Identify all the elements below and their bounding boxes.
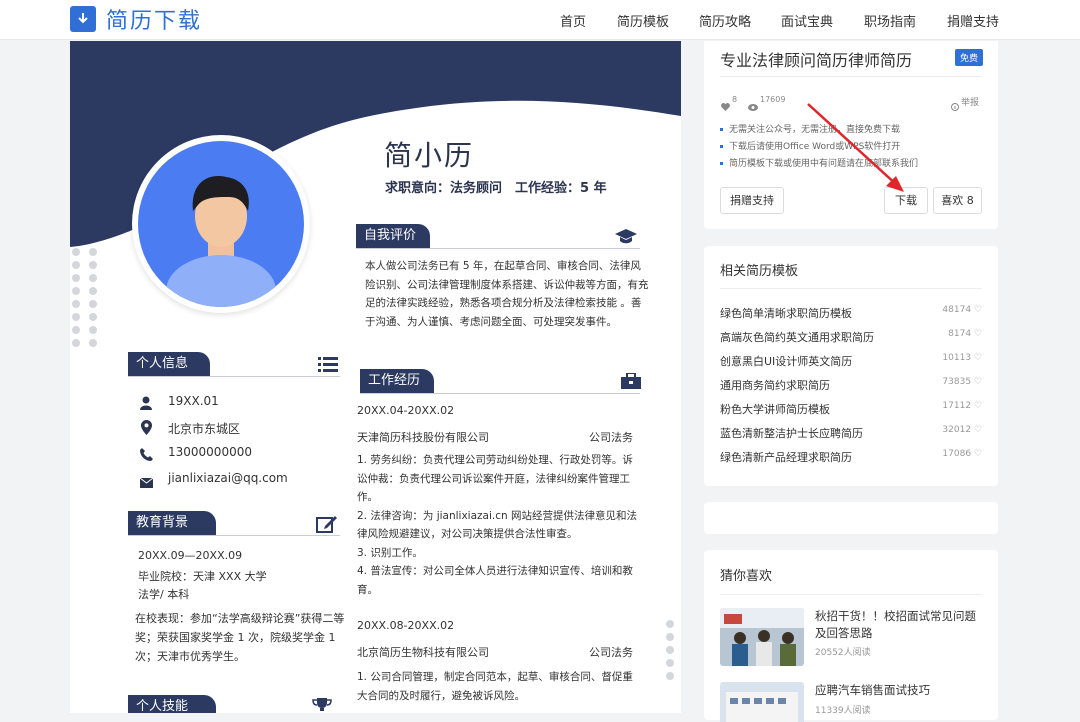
job-company: 天津简历科技股份有限公司 <box>357 431 489 444</box>
education-school: 毕业院校：天津 XXX 大学 <box>138 570 267 583</box>
article-title[interactable]: 秋招干货！！校招面试常见问题及回答思路 <box>815 608 985 642</box>
info-icon <box>951 96 959 115</box>
like-button[interactable]: 喜欢 8 <box>933 187 982 214</box>
graduation-cap-icon <box>614 227 638 249</box>
like-count: 8 <box>732 95 738 104</box>
recommend-title: 猜你喜欢 <box>720 569 773 584</box>
article-title[interactable]: 应聘汽车销售面试技巧 <box>815 682 985 698</box>
donate-button[interactable]: 捐赠支持 <box>720 187 784 214</box>
avatar <box>138 141 304 307</box>
related-item[interactable]: 通用商务简约求职简历 73835 ♡ <box>720 377 982 393</box>
nav-templates[interactable]: 简历模板 <box>617 11 669 30</box>
decor-dots-right <box>666 620 681 680</box>
section-skills-title: 个人技能 <box>128 695 216 713</box>
ad-slot <box>704 502 998 534</box>
related-title: 相关简历模板 <box>720 264 799 279</box>
personal-birth: 19XX.01 <box>168 394 219 408</box>
education-performance: 在校表现：参加“法学高级辩论赛”获得二等奖；荣获国家奖学金 1 次，院级奖学金 … <box>135 612 345 663</box>
divider <box>360 393 640 394</box>
list-icon <box>318 356 338 376</box>
article-thumbnail[interactable] <box>720 608 804 666</box>
education-major: 法学/ 本科 <box>138 588 190 601</box>
template-title: 专业法律顾问简历律师简历 <box>720 51 913 70</box>
site-name: 简历下载 <box>106 9 203 34</box>
job-role: 公司法务 <box>589 646 633 659</box>
trophy-icon <box>312 697 332 713</box>
personal-phone: 13000000000 <box>168 445 252 459</box>
self-eval-text: 本人做公司法务已有 5 年，在起草合同、审核合同、法律风险识别、公司法律管理制度… <box>365 260 649 328</box>
resume-name: 简小历 <box>384 139 475 172</box>
avatar-frame <box>132 135 310 313</box>
divider <box>720 594 982 595</box>
article-thumbnail[interactable] <box>720 682 804 722</box>
section-education-title: 教育背景 <box>128 511 216 535</box>
top-navigation-bar: 简历下载 首页 简历模板 简历攻略 面试宝典 职场指南 捐赠支持 <box>0 0 1080 40</box>
article-reads: 20552人阅读 <box>815 648 871 658</box>
job-period: 20XX.08-20XX.02 <box>357 619 455 632</box>
job-duties: 1. 公司合同管理，制定合同范本，起草、审核合同、督促重大合同的及时履行，避免被… <box>357 671 633 702</box>
briefcase-icon <box>621 372 641 393</box>
site-logo[interactable]: 简历下载 <box>70 4 202 34</box>
mail-icon <box>139 473 154 492</box>
resume-intent: 求职意向：法务顾问 工作经验：5 年 <box>385 181 607 196</box>
related-item[interactable]: 高端灰色简约英文通用求职简历 8174 ♡ <box>720 329 982 345</box>
related-templates-card: 相关简历模板 绿色简单清晰求职简历模板 48174 ♡ 高端灰色简约英文通用求职简… <box>704 246 998 486</box>
free-badge: 免费 <box>955 49 984 66</box>
eye-icon <box>748 96 758 115</box>
job-duties: 1. 劳务纠纷：负责代理公司劳动纠纷处理、行政处罚等。诉讼仲裁：负责代理公司诉讼… <box>357 454 637 596</box>
divider <box>356 248 640 249</box>
nav-interview[interactable]: 面试宝典 <box>781 11 833 30</box>
download-icon <box>70 6 96 32</box>
section-work-title: 工作经历 <box>360 369 434 393</box>
related-item[interactable]: 绿色清新产品经理求职简历 17086 ♡ <box>720 449 982 465</box>
related-item[interactable]: 创意黑白UI设计师英文简历 10113 ♡ <box>720 353 982 369</box>
article-reads: 11339人阅读 <box>815 706 871 716</box>
divider <box>720 288 982 289</box>
section-personal-title: 个人信息 <box>128 352 210 376</box>
divider <box>128 376 340 377</box>
personal-email: jianlixiazai@qq.com <box>168 471 288 485</box>
job-period: 20XX.04-20XX.02 <box>357 404 455 417</box>
decor-dots-left <box>72 248 97 347</box>
phone-icon <box>140 446 153 465</box>
edit-icon <box>316 515 338 537</box>
related-item[interactable]: 粉色大学讲师简历模板 17112 ♡ <box>720 401 982 417</box>
divider <box>720 76 982 77</box>
heart-icon <box>721 96 730 115</box>
divider <box>128 535 340 536</box>
personal-location: 北京市东城区 <box>168 422 241 436</box>
section-self-eval-title: 自我评价 <box>356 224 430 248</box>
report-link[interactable]: 举报 <box>961 95 979 108</box>
related-item[interactable]: 绿色简单清晰求职简历模板 48174 ♡ <box>720 305 982 321</box>
view-count: 17609 <box>760 95 786 104</box>
nav-donate[interactable]: 捐赠支持 <box>947 11 999 30</box>
education-period: 20XX.09—20XX.09 <box>138 549 243 562</box>
nav-home[interactable]: 首页 <box>560 11 586 30</box>
red-arrow-annotation <box>807 103 904 192</box>
job-role: 公司法务 <box>589 431 633 444</box>
resume-preview: 简小历 求职意向：法务顾问 工作经验：5 年 自我评价 本人做公司法务已有 5 … <box>70 41 681 713</box>
recommend-card: 猜你喜欢 秋招干货！！校招面试常见问题及回答思路 20552人阅读 应聘汽车销售… <box>704 550 998 722</box>
related-item[interactable]: 蓝色清新整洁护士长应聘简历 32012 ♡ <box>720 425 982 441</box>
person-icon <box>140 395 152 414</box>
location-pin-icon <box>141 420 152 439</box>
job-company: 北京简历生物科技有限公司 <box>357 646 489 659</box>
nav-guides[interactable]: 简历攻略 <box>699 11 751 30</box>
nav-career[interactable]: 职场指南 <box>864 11 916 30</box>
